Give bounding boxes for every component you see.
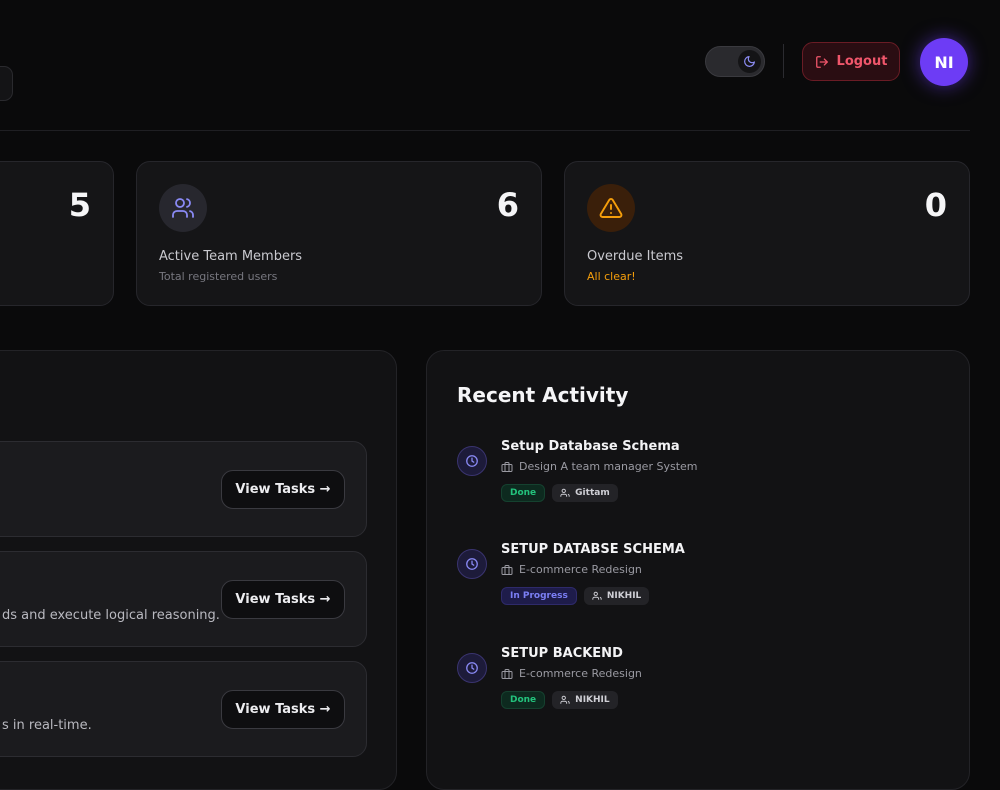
stat-value: 0 xyxy=(924,186,947,224)
project-description: s in real-time. xyxy=(2,718,92,733)
briefcase-icon xyxy=(501,461,513,472)
stat-title: Active Team Members xyxy=(159,249,303,264)
stat-card-team-members: 6 Active Team Members Total registered u… xyxy=(136,161,542,306)
avatar-initials: NI xyxy=(934,52,954,72)
activity-project: E-commerce Redesign xyxy=(501,563,642,576)
activity-name: SETUP DATABSE SCHEMA xyxy=(501,542,685,557)
stat-title: Overdue Items xyxy=(587,249,684,264)
user-badge-label: NIKHIL xyxy=(606,591,642,601)
project-row: s in real-time. View Tasks → xyxy=(0,661,367,757)
stat-subtitle: Total registered users xyxy=(159,270,278,283)
activity-project: E-commerce Redesign xyxy=(501,667,642,680)
warning-icon xyxy=(599,198,623,218)
search-field-edge[interactable] xyxy=(0,66,13,101)
user-icon xyxy=(560,488,570,497)
activity-name: Setup Database Schema xyxy=(501,439,680,454)
theme-toggle[interactable] xyxy=(705,46,765,77)
activity-project-label: Design A team manager System xyxy=(519,460,698,473)
header-divider xyxy=(783,44,784,78)
moon-icon xyxy=(744,56,755,67)
briefcase-icon xyxy=(501,668,513,679)
activity-item[interactable]: SETUP BACKEND E-commerce Redesign Done N… xyxy=(457,646,937,733)
stat-icon-wrap xyxy=(587,184,635,232)
activity-badges: Done NIKHIL xyxy=(501,691,618,709)
clock-icon xyxy=(466,662,478,674)
clock-icon xyxy=(466,558,478,570)
projects-panel: View Tasks → ds and execute logical reas… xyxy=(0,350,397,790)
activity-project: Design A team manager System xyxy=(501,460,698,473)
stat-value: 5 xyxy=(68,186,91,224)
activity-project-label: E-commerce Redesign xyxy=(519,667,642,680)
status-badge: Done xyxy=(501,484,546,502)
logout-icon xyxy=(815,55,828,68)
status-badge: In Progress xyxy=(501,587,577,605)
project-row: View Tasks → xyxy=(0,441,367,537)
logout-label: Logout xyxy=(836,54,888,69)
stat-card-tasks: 5 xyxy=(0,161,114,306)
user-badge: NIKHIL xyxy=(552,691,618,709)
activity-badges: Done Gittam xyxy=(501,484,618,502)
activity-name: SETUP BACKEND xyxy=(501,646,623,661)
view-tasks-button[interactable]: View Tasks → xyxy=(221,470,345,509)
user-avatar[interactable]: NI xyxy=(920,38,968,86)
activity-title: Recent Activity xyxy=(457,383,629,407)
stat-subtitle: All clear! xyxy=(587,270,636,283)
project-description: ds and execute logical reasoning. xyxy=(2,608,220,623)
status-badge: Done xyxy=(501,691,546,709)
activity-icon-wrap xyxy=(457,653,487,683)
header-rule xyxy=(0,130,970,131)
toggle-knob xyxy=(738,50,761,73)
project-row: ds and execute logical reasoning. View T… xyxy=(0,551,367,647)
user-badge-label: NIKHIL xyxy=(575,695,610,705)
activity-project-label: E-commerce Redesign xyxy=(519,563,642,576)
stat-card-overdue: 0 Overdue Items All clear! xyxy=(564,161,970,306)
activity-badges: In Progress NIKHIL xyxy=(501,587,650,605)
recent-activity-panel: Recent Activity Setup Database Schema De… xyxy=(426,350,970,790)
user-badge: NIKHIL xyxy=(583,587,650,605)
logout-button[interactable]: Logout xyxy=(802,42,900,81)
briefcase-icon xyxy=(501,564,513,575)
view-tasks-button[interactable]: View Tasks → xyxy=(221,580,345,619)
clock-icon xyxy=(466,455,478,467)
activity-icon-wrap xyxy=(457,446,487,476)
user-badge-label: Gittam xyxy=(575,488,610,498)
view-tasks-button[interactable]: View Tasks → xyxy=(221,690,345,729)
users-icon xyxy=(172,198,194,218)
user-icon xyxy=(592,591,602,600)
activity-icon-wrap xyxy=(457,549,487,579)
stat-value: 6 xyxy=(496,186,519,224)
activity-item[interactable]: Setup Database Schema Design A team mana… xyxy=(457,439,937,526)
stat-icon-wrap xyxy=(159,184,207,232)
user-badge: Gittam xyxy=(552,484,618,502)
user-icon xyxy=(560,695,570,704)
activity-item[interactable]: SETUP DATABSE SCHEMA E-commerce Redesign… xyxy=(457,542,937,629)
